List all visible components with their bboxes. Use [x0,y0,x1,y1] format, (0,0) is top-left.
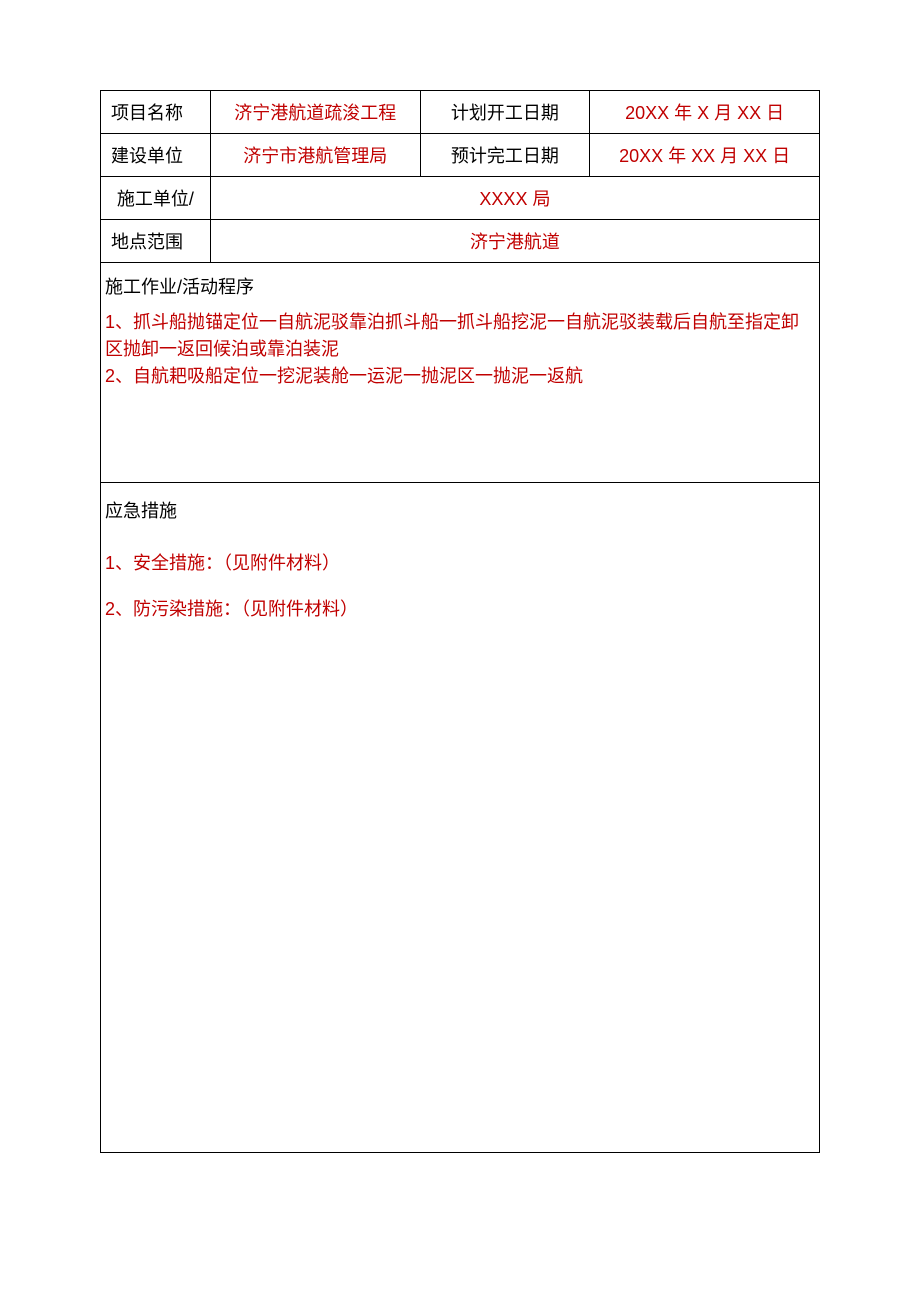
procedure-section: 施工作业/活动程序 1、抓斗船抛锚定位一自航泥驳靠泊抓斗船一抓斗船挖泥一自航泥驳… [100,263,820,483]
procedure-line-2: 2、自航耙吸船定位一挖泥装舱一运泥一抛泥区一抛泥一返航 [103,363,817,390]
value-construction-unit: 济宁市港航管理局 [210,134,420,177]
emergency-item-2: 2、防污染措施：（见附件材料） [103,589,817,635]
value-start-date: 20XX 年 X 月 XX 日 [590,91,820,134]
label-end-date: 预计完工日期 [420,134,590,177]
table-row-construction-unit: 建设单位 济宁市港航管理局 预计完工日期 20XX 年 XX 月 XX 日 [101,134,820,177]
label-builder: 施工单位/ [101,177,211,220]
table-row-builder: 施工单位/ XXXX 局 [101,177,820,220]
project-info-table: 项目名称 济宁港航道疏浚工程 计划开工日期 20XX 年 X 月 XX 日 建设… [100,90,820,263]
value-project-name: 济宁港航道疏浚工程 [210,91,420,134]
label-project-name: 项目名称 [101,91,211,134]
label-construction-unit: 建设单位 [101,134,211,177]
emergency-item-1: 1、安全措施：（见附件材料） [103,543,817,589]
value-end-date: 20XX 年 XX 月 XX 日 [590,134,820,177]
procedure-line-1: 1、抓斗船抛锚定位一自航泥驳靠泊抓斗船一抓斗船挖泥一自航泥驳装载后自航至指定卸区… [103,309,817,363]
label-location: 地点范围 [101,220,211,263]
procedure-header: 施工作业/活动程序 [103,271,817,309]
emergency-header: 应急措施 [103,495,817,543]
table-row-project: 项目名称 济宁港航道疏浚工程 计划开工日期 20XX 年 X 月 XX 日 [101,91,820,134]
table-row-location: 地点范围 济宁港航道 [101,220,820,263]
emergency-section: 应急措施 1、安全措施：（见附件材料） 2、防污染措施：（见附件材料） [100,483,820,1153]
value-builder: XXXX 局 [210,177,819,220]
label-start-date: 计划开工日期 [420,91,590,134]
value-location: 济宁港航道 [210,220,819,263]
